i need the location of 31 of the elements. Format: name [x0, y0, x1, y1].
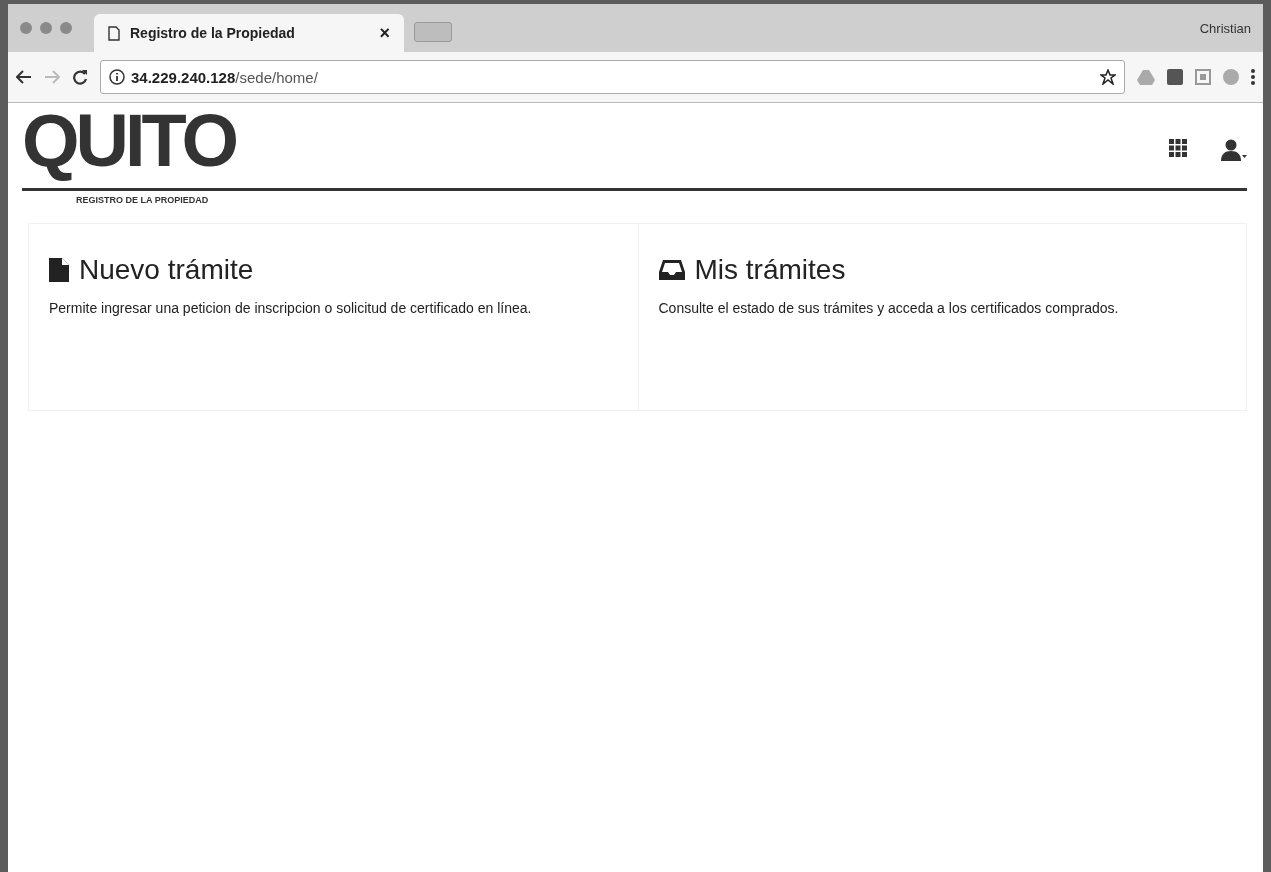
- window-minimize-dot[interactable]: [40, 22, 52, 34]
- forward-icon[interactable]: [44, 70, 60, 84]
- extension-icon[interactable]: [1223, 69, 1239, 85]
- service-card[interactable]: Nuevo trámite Permite ingresar una peticion de inscripcion o solicitud de certificado en línea.: [29, 224, 638, 410]
- page-icon: [108, 25, 120, 41]
- tab-close-button[interactable]: ×: [379, 22, 390, 44]
- window-close-dot[interactable]: [20, 22, 32, 34]
- menu-icon[interactable]: [1251, 69, 1255, 85]
- back-icon[interactable]: [16, 70, 32, 84]
- profile-name[interactable]: Christian: [1199, 20, 1251, 36]
- star-icon[interactable]: [1100, 69, 1116, 85]
- card-description: Permite ingresar una peticion de inscripcion o solicitud de certificado en línea.: [49, 299, 533, 318]
- card-title: Mis trámites: [694, 254, 846, 286]
- card-title: Nuevo trámite: [79, 254, 254, 286]
- window-zoom-dot[interactable]: [60, 22, 72, 34]
- extension-icon[interactable]: [1195, 69, 1211, 85]
- site-logo[interactable]: QUITO: [22, 97, 235, 185]
- info-icon: [109, 69, 125, 85]
- new-tab-button[interactable]: [414, 22, 452, 42]
- extension-icon[interactable]: [1137, 69, 1155, 85]
- service-card[interactable]: Mis trámites Consulte el estado de sus trámites y acceda a los certificados comprados.: [637, 224, 1246, 410]
- reload-icon[interactable]: [72, 69, 88, 85]
- apps-grid-icon[interactable]: [1169, 139, 1187, 157]
- card-description: Consulte el estado de sus trámites y acceda a los certificados comprados.: [658, 299, 1120, 318]
- address-bar[interactable]: 34.229.240.128/sede/home/: [100, 60, 1125, 94]
- inbox-icon: [658, 258, 685, 282]
- user-menu-icon[interactable]: [1221, 139, 1247, 161]
- extension-icon[interactable]: [1167, 69, 1183, 85]
- file-icon: [49, 258, 69, 282]
- browser-tab[interactable]: Registro de la Propiedad ×: [94, 14, 404, 52]
- logo-subtitle: REGISTRO DE LA PROPIEDAD: [76, 195, 210, 205]
